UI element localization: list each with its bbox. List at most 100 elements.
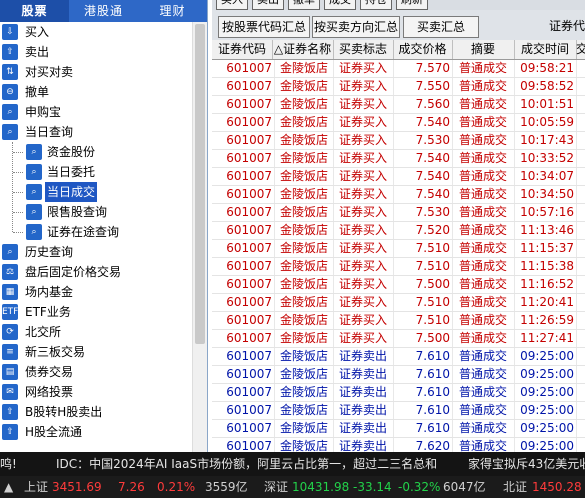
cell-code: 601007 xyxy=(212,366,275,383)
quick-holdings-button[interactable]: 持仓 xyxy=(360,0,392,10)
table-row[interactable]: 601007 金陵饭店 证券卖出 7.610 普通成交 09:25:00 xyxy=(212,402,585,420)
cell-time: 10:05:59 xyxy=(514,114,577,131)
tab-hk-connect[interactable]: 港股通 xyxy=(69,0,138,22)
table-row[interactable]: 601007 金陵饭店 证券卖出 7.620 普通成交 09:25:00 xyxy=(212,438,585,452)
cell-summary: 普通成交 xyxy=(452,168,515,185)
cell-more xyxy=(576,276,585,293)
table-row[interactable]: 601007 金陵饭店 证券卖出 7.610 普通成交 09:25:00 xyxy=(212,420,585,438)
tree-item-h-share-full-circulation[interactable]: ⇧ H股全流通 xyxy=(0,422,193,442)
table-row[interactable]: 601007 金陵饭店 证券买入 7.510 普通成交 11:26:59 xyxy=(212,312,585,330)
quick-buy-button[interactable]: 买入 xyxy=(216,0,248,10)
cell-time: 10:57:16 xyxy=(514,204,577,221)
tree-item-sell[interactable]: ⇧ 卖出 xyxy=(0,42,193,62)
cell-more xyxy=(576,402,585,419)
cell-price: 7.540 xyxy=(393,168,453,185)
left-scrollbar[interactable] xyxy=(192,22,207,452)
tree-item-cross-trade[interactable]: ⇅ 对买对卖 xyxy=(0,62,193,82)
table-row[interactable]: 601007 金陵饭店 证券买入 7.550 普通成交 09:58:52 xyxy=(212,78,585,96)
table-row[interactable]: 601007 金陵饭店 证券卖出 7.610 普通成交 09:25:00 xyxy=(212,384,585,402)
tree-item-etf[interactable]: ETF ETF业务 xyxy=(0,302,193,322)
cell-code: 601007 xyxy=(212,60,275,77)
col-header-summary[interactable]: 摘要 xyxy=(452,40,515,59)
table-row[interactable]: 601007 金陵饭店 证券买入 7.520 普通成交 11:13:46 xyxy=(212,222,585,240)
tree-item-buy[interactable]: ⇩ 买入 xyxy=(0,22,193,42)
summary-by-direction-button[interactable]: 按买卖方向汇总 xyxy=(312,16,400,38)
table-row[interactable]: 601007 金陵饭店 证券买入 7.510 普通成交 11:15:37 xyxy=(212,240,585,258)
bz-label: 北证 xyxy=(503,480,528,494)
table-row[interactable]: 601007 金陵饭店 证券买入 7.500 普通成交 11:27:41 xyxy=(212,330,585,348)
quick-cancel-button[interactable]: 撤单 xyxy=(288,0,320,10)
cell-name: 金陵饭店 xyxy=(275,312,334,329)
quick-action-bar: 买入 卖出 撤单 成交 持仓 刷新 xyxy=(212,0,585,10)
tree-item-online-vote[interactable]: ✉ 网络投票 xyxy=(0,382,193,402)
tree-item-neeq[interactable]: ≡ 新三板交易 xyxy=(0,342,193,362)
summary-toolbar: 按股票代码汇总 按买卖方向汇总 买卖汇总 证券代 xyxy=(212,10,585,40)
news-ticker[interactable]: 鸣! IDC：中国2024年AI IaaS市场份额，阿里云占比第一，超过二三名总… xyxy=(0,452,585,476)
tree-item-today-query[interactable]: ⌕ 当日查询 xyxy=(0,122,193,142)
quick-sell-button[interactable]: 卖出 xyxy=(252,0,284,10)
table-row[interactable]: 601007 金陵饭店 证券买入 7.540 普通成交 10:33:52 xyxy=(212,150,585,168)
ticker-news-main[interactable]: IDC：中国2024年AI IaaS市场份额，阿里云占比第一，超过二三名总和 xyxy=(56,452,437,476)
cell-more xyxy=(576,168,585,185)
table-row[interactable]: 601007 金陵饭店 证券买入 7.500 普通成交 11:16:52 xyxy=(212,276,585,294)
cell-summary: 普通成交 xyxy=(452,312,515,329)
col-header-more[interactable]: 交 xyxy=(576,40,585,59)
tree-item-label: 申购宝 xyxy=(25,105,62,119)
cell-more xyxy=(576,186,585,203)
table-row[interactable]: 601007 金陵饭店 证券买入 7.510 普通成交 11:20:41 xyxy=(212,294,585,312)
col-header-time[interactable]: 成交时间 xyxy=(514,40,577,59)
tree-item-today-orders[interactable]: ⌕ 当日委托 xyxy=(0,162,193,182)
cell-time: 10:34:07 xyxy=(514,168,577,185)
cell-code: 601007 xyxy=(212,150,275,167)
tree-item-history-query[interactable]: ⌕ 历史查询 xyxy=(0,242,193,262)
table-row[interactable]: 601007 金陵饭店 证券买入 7.560 普通成交 10:01:51 xyxy=(212,96,585,114)
tab-stock[interactable]: 股票 xyxy=(0,0,69,22)
trade-summary-button[interactable]: 买卖汇总 xyxy=(403,16,479,38)
quick-refresh-button[interactable]: 刷新 xyxy=(396,0,428,10)
table-row[interactable]: 601007 金陵饭店 证券买入 7.530 普通成交 10:17:43 xyxy=(212,132,585,150)
cell-time: 10:34:50 xyxy=(514,186,577,203)
cell-name: 金陵饭店 xyxy=(275,240,334,257)
cell-name: 金陵饭店 xyxy=(275,204,334,221)
cell-more xyxy=(576,258,585,275)
col-header-price[interactable]: 成交价格 xyxy=(393,40,453,59)
cell-time: 11:15:37 xyxy=(514,240,577,257)
tree-item-restricted-query[interactable]: ⌕ 限售股查询 xyxy=(0,202,193,222)
quick-deals-button[interactable]: 成交 xyxy=(324,0,356,10)
tab-wealth[interactable]: 理财 xyxy=(138,0,207,22)
tree-item-b-to-h-sell[interactable]: ⇧ B股转H股卖出 xyxy=(0,402,193,422)
col-header-name[interactable]: △证券名称 xyxy=(272,40,334,59)
table-row[interactable]: 601007 金陵饭店 证券买入 7.510 普通成交 11:15:38 xyxy=(212,258,585,276)
table-row[interactable]: 601007 金陵饭店 证券买入 7.570 普通成交 09:58:21 xyxy=(212,60,585,78)
sz-amount: 6047亿 xyxy=(443,480,486,494)
tree-item-transit-query[interactable]: ⌕ 证券在途查询 xyxy=(0,222,193,242)
table-row[interactable]: 601007 金陵饭店 证券买入 7.530 普通成交 10:57:16 xyxy=(212,204,585,222)
sh-index-icon: ▲ xyxy=(4,480,14,494)
tree-item-funds-holdings[interactable]: ⌕ 资金股份 xyxy=(0,142,193,162)
cell-summary: 普通成交 xyxy=(452,384,515,401)
cell-name: 金陵饭店 xyxy=(275,132,334,149)
col-header-code[interactable]: 证券代码 xyxy=(212,40,273,59)
cell-price: 7.620 xyxy=(393,438,453,452)
tree-item-exchange-fund[interactable]: ▦ 场内基金 xyxy=(0,282,193,302)
table-row[interactable]: 601007 金陵饭店 证券买入 7.540 普通成交 10:34:07 xyxy=(212,168,585,186)
tree-item-after-hours-fixed[interactable]: ⚖ 盘后固定价格交易 xyxy=(0,262,193,282)
col-header-flag[interactable]: 买卖标志 xyxy=(333,40,394,59)
cell-name: 金陵饭店 xyxy=(275,96,334,113)
cell-name: 金陵饭店 xyxy=(275,438,334,452)
ticker-news-right[interactable]: 家得宝拟斥43亿美元收 xyxy=(468,452,585,476)
tree-item-today-deals[interactable]: ⌕ 当日成交 xyxy=(0,182,193,202)
table-row[interactable]: 601007 金陵饭店 证券买入 7.540 普通成交 10:05:59 xyxy=(212,114,585,132)
tree-item-bond[interactable]: ▤ 债券交易 xyxy=(0,362,193,382)
fund-icon: ▦ xyxy=(2,284,18,300)
table-row[interactable]: 601007 金陵饭店 证券卖出 7.610 普通成交 09:25:00 xyxy=(212,348,585,366)
tree-item-ipo-subscribe[interactable]: ⌕ 申购宝 xyxy=(0,102,193,122)
cell-more xyxy=(576,384,585,401)
tree-item-cancel[interactable]: ⊖ 撤单 xyxy=(0,82,193,102)
table-row[interactable]: 601007 金陵饭店 证券卖出 7.610 普通成交 09:25:00 xyxy=(212,366,585,384)
table-row[interactable]: 601007 金陵饭店 证券买入 7.540 普通成交 10:34:50 xyxy=(212,186,585,204)
summary-by-code-button[interactable]: 按股票代码汇总 xyxy=(218,16,310,38)
cell-summary: 普通成交 xyxy=(452,96,515,113)
tree-item-bse[interactable]: ⟳ 北交所 xyxy=(0,322,193,342)
left-scrollbar-thumb[interactable] xyxy=(195,24,205,344)
